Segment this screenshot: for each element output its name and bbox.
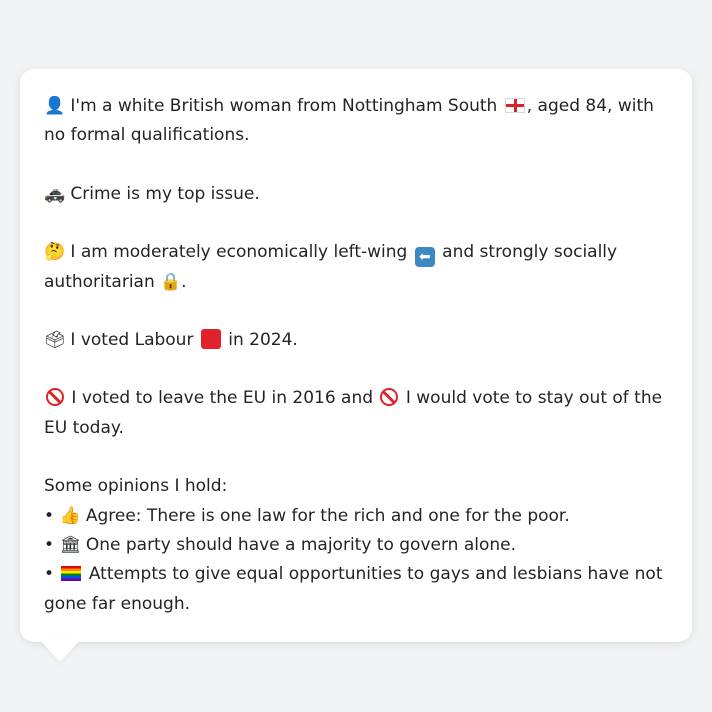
intro-text-start: I'm a white British woman from Nottingha… <box>70 96 498 116</box>
classical-building-icon: 🏛 <box>59 535 82 556</box>
opinions-section: Some opinions I hold: • 👍 Agree: There i… <box>44 472 668 619</box>
opinion-item: • Attempts to give equal opportunities t… <box>44 560 668 619</box>
vote-text-start: I voted Labour <box>70 330 194 351</box>
opinion-text: Agree: There is one law for the rich and… <box>85 505 570 526</box>
ballot-box-icon: 🗳 <box>44 330 66 351</box>
opinion-text: Attempts to give equal opportunities to … <box>44 564 663 614</box>
prohibited-icon <box>380 388 399 407</box>
top-issue-paragraph: 🚓 Crime is my top issue. <box>44 180 668 209</box>
left-arrow-icon: ⬅ <box>414 247 435 268</box>
bullet: • <box>44 564 55 585</box>
vote-2024-paragraph: 🗳 I voted Labour in 2024. <box>44 326 668 355</box>
intro-paragraph: 👤 I'm a white British woman from Notting… <box>44 92 668 151</box>
persona-message-bubble: 👤 I'm a white British woman from Notting… <box>20 69 692 642</box>
red-square-icon <box>200 329 221 350</box>
bust-in-silhouette-icon: 👤 <box>44 96 66 116</box>
bullet: • <box>44 505 55 526</box>
top-issue-text: Crime is my top issue. <box>70 183 260 204</box>
opinion-item: • 🏛 One party should have a majority to … <box>44 531 668 560</box>
opinion-text: One party should have a majority to gove… <box>85 535 517 556</box>
thinking-face-icon: 🤔 <box>44 242 66 263</box>
eu-paragraph: I voted to leave the EU in 2016 and I wo… <box>44 384 668 443</box>
vote-text-end: in 2024. <box>228 330 298 351</box>
england-flag-icon <box>504 98 525 113</box>
rainbow-flag-icon <box>61 566 82 582</box>
ideology-text-start: I am moderately economically left-wing <box>70 242 408 263</box>
speech-bubble-tail <box>40 640 80 662</box>
ideology-paragraph: 🤔 I am moderately economically left-wing… <box>44 238 668 297</box>
lock-icon: 🔒 <box>160 271 182 292</box>
bullet: • <box>44 535 55 556</box>
opinion-item: • 👍 Agree: There is one law for the rich… <box>44 502 668 531</box>
police-car-icon: 🚓 <box>44 183 66 204</box>
ideology-text-end: . <box>181 271 187 292</box>
thumbs-up-icon: 👍 <box>59 505 81 526</box>
opinions-heading: Some opinions I hold: <box>44 476 228 497</box>
prohibited-icon <box>46 388 64 407</box>
eu-text-start: I voted to leave the EU in 2016 and <box>71 388 374 409</box>
